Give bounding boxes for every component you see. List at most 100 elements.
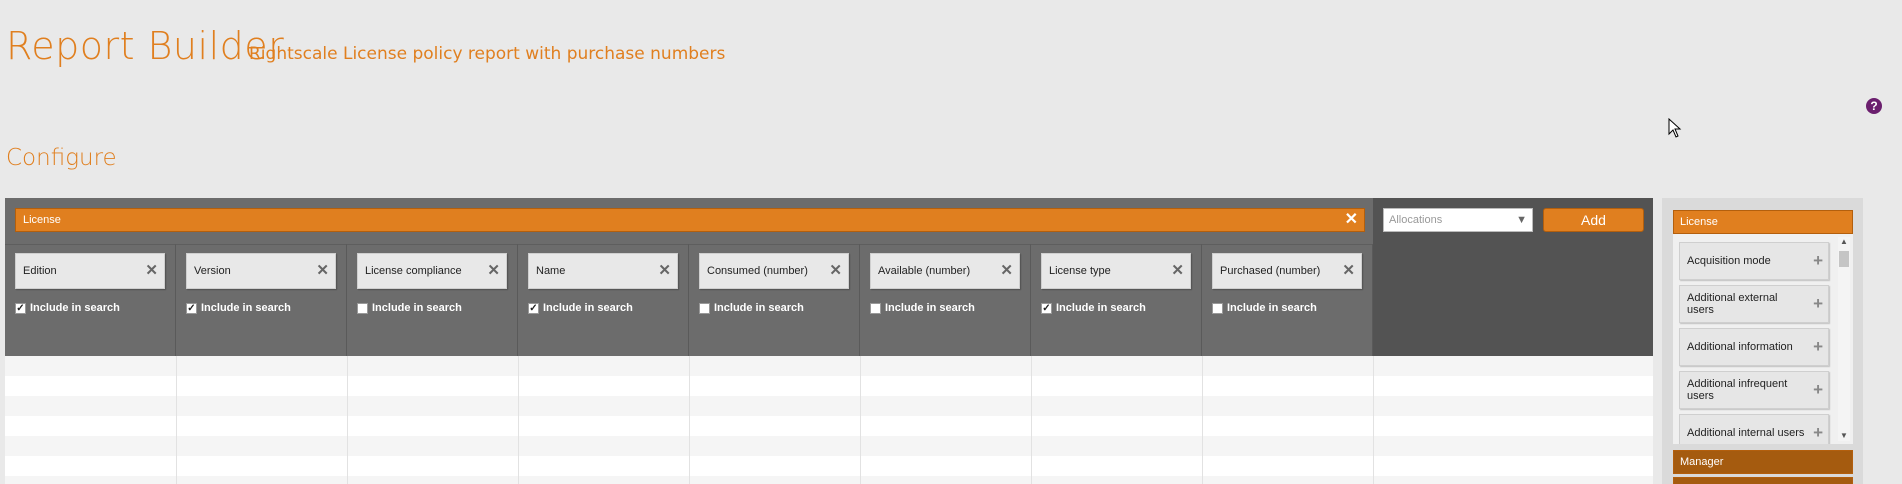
checkbox[interactable] (357, 302, 368, 314)
remove-icon[interactable]: ✕ (658, 254, 671, 288)
table-row (5, 456, 1653, 476)
grid-divider (1373, 356, 1374, 484)
item-label: Acquisition mode (1687, 255, 1771, 267)
field-chip[interactable]: Consumed (number) ✕ (699, 253, 849, 289)
relation-selected: Allocations (1389, 214, 1443, 226)
field-panel: License Acquisition mode + Additional ext… (1662, 198, 1863, 484)
column-purchased: Purchased (number) ✕ Include in search (1202, 244, 1373, 356)
panel-group-manager[interactable]: Manager (1673, 450, 1853, 474)
entity-bar-license[interactable]: License ✕ (15, 208, 1365, 232)
checkbox[interactable]: ✓ (528, 302, 539, 314)
remove-icon[interactable]: ✕ (316, 254, 329, 288)
include-in-search[interactable]: Include in search (1212, 302, 1317, 314)
remove-icon[interactable]: ✕ (1171, 254, 1184, 288)
report-builder: License ✕ Edition ✕ ✓ Include in search Ve… (5, 198, 1653, 484)
field-chip[interactable]: Edition ✕ (15, 253, 165, 289)
column-edition: Edition ✕ ✓ Include in search (5, 244, 176, 356)
chevron-down-icon: ▼ (1516, 214, 1527, 226)
item-label: Additional internal users (1687, 427, 1805, 439)
field-chip[interactable]: License compliance ✕ (357, 253, 507, 289)
include-in-search[interactable]: Include in search (699, 302, 804, 314)
table-row (5, 416, 1653, 436)
include-in-search[interactable]: Include in search (870, 302, 975, 314)
plus-icon[interactable]: + (1813, 295, 1823, 312)
mouse-cursor-icon (1668, 118, 1682, 138)
include-in-search[interactable]: ✓ Include in search (528, 302, 633, 314)
remove-icon[interactable]: ✕ (145, 254, 158, 288)
column-available: Available (number) ✕ Include in search (860, 244, 1031, 356)
page-title: Report Builder (6, 24, 285, 68)
checkbox[interactable]: ✓ (15, 302, 26, 314)
field-chip[interactable]: Name ✕ (528, 253, 678, 289)
remove-icon[interactable]: ✕ (487, 254, 500, 288)
include-label: Include in search (201, 302, 291, 314)
entity-label: License (23, 214, 61, 226)
field-chip[interactable]: Available (number) ✕ (870, 253, 1020, 289)
builder-header: License ✕ Edition ✕ ✓ Include in search Ve… (5, 198, 1653, 356)
plus-icon[interactable]: + (1813, 338, 1823, 355)
close-icon[interactable]: ✕ (1345, 209, 1358, 231)
column-consumed: Consumed (number) ✕ Include in search (689, 244, 860, 356)
page-subtitle: Rightscale License policy report with pu… (249, 44, 726, 64)
field-chip[interactable]: Version ✕ (186, 253, 336, 289)
include-label: Include in search (372, 302, 462, 314)
scrollbar[interactable]: ▲ ▼ (1838, 237, 1850, 441)
field-label: License type (1049, 265, 1111, 277)
scroll-down-icon[interactable]: ▼ (1838, 431, 1850, 441)
plus-icon[interactable]: + (1813, 381, 1823, 398)
item-label: Additional infrequent users (1687, 378, 1788, 402)
checkbox[interactable] (1212, 302, 1223, 314)
results-grid (5, 356, 1653, 484)
column-license-compliance: License compliance ✕ Include in search (347, 244, 518, 356)
list-item[interactable]: Additional infrequent users + (1679, 371, 1829, 409)
table-row (5, 436, 1653, 456)
field-chip[interactable]: Purchased (number) ✕ (1212, 253, 1362, 289)
field-label: Version (194, 265, 231, 277)
plus-icon[interactable]: + (1813, 424, 1823, 441)
checkbox[interactable]: ✓ (186, 302, 197, 314)
checkbox[interactable]: ✓ (1041, 302, 1052, 314)
list-item[interactable]: Additional information + (1679, 328, 1829, 366)
remove-icon[interactable]: ✕ (829, 254, 842, 288)
grid-divider (176, 356, 177, 484)
table-row (5, 476, 1653, 484)
checkbox[interactable] (699, 302, 710, 314)
panel-group-next[interactable] (1673, 477, 1853, 484)
column-version: Version ✕ ✓ Include in search (176, 244, 347, 356)
include-label: Include in search (543, 302, 633, 314)
list-item[interactable]: Additional external users + (1679, 285, 1829, 323)
list-item[interactable]: Additional internal users + (1679, 414, 1829, 444)
include-in-search[interactable]: ✓ Include in search (15, 302, 120, 314)
field-label: Purchased (number) (1220, 265, 1321, 277)
remove-icon[interactable]: ✕ (1342, 254, 1355, 288)
panel-group-license[interactable]: License (1673, 210, 1853, 234)
relation-select[interactable]: Allocations ▼ (1383, 208, 1533, 232)
field-label: Name (536, 265, 566, 277)
include-label: Include in search (30, 302, 120, 314)
table-row (5, 396, 1653, 416)
plus-icon[interactable]: + (1813, 252, 1823, 269)
include-label: Include in search (1227, 302, 1317, 314)
scroll-thumb[interactable] (1839, 251, 1849, 267)
include-in-search[interactable]: Include in search (357, 302, 462, 314)
add-button[interactable]: Add (1543, 208, 1644, 232)
list-item[interactable]: Acquisition mode + (1679, 242, 1829, 280)
table-row (5, 376, 1653, 396)
remove-icon[interactable]: ✕ (1000, 254, 1013, 288)
grid-divider (1031, 356, 1032, 484)
section-title: Configure (6, 145, 117, 171)
grid-divider (518, 356, 519, 484)
scroll-up-icon[interactable]: ▲ (1838, 237, 1850, 247)
column-name: Name ✕ ✓ Include in search (518, 244, 689, 356)
field-label: Available (number) (878, 265, 971, 277)
table-row (5, 356, 1653, 376)
checkbox[interactable] (870, 302, 881, 314)
grid-divider (689, 356, 690, 484)
help-icon[interactable]: ? (1866, 98, 1882, 114)
item-label: Additional information (1687, 341, 1793, 353)
panel-field-list: Acquisition mode + Additional external us… (1673, 234, 1853, 444)
field-label: Edition (23, 265, 57, 277)
include-in-search[interactable]: ✓ Include in search (186, 302, 291, 314)
field-chip[interactable]: License type ✕ (1041, 253, 1191, 289)
include-in-search[interactable]: ✓ Include in search (1041, 302, 1146, 314)
